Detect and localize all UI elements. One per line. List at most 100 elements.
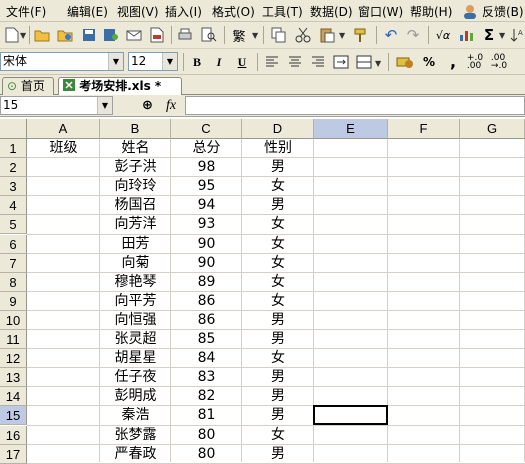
- column-header-d[interactable]: D: [242, 119, 314, 139]
- cell-c9[interactable]: 86: [171, 292, 242, 311]
- row-header[interactable]: 6: [0, 234, 27, 254]
- cell-a5[interactable]: [27, 215, 100, 234]
- cell-d4[interactable]: 男: [242, 196, 314, 215]
- cell-c17[interactable]: 80: [171, 445, 242, 464]
- traditional-chinese-button[interactable]: 繁: [230, 26, 248, 45]
- column-header-b[interactable]: B: [100, 119, 171, 139]
- cell-d15[interactable]: 男: [242, 406, 314, 425]
- cell-c1[interactable]: 总分: [171, 139, 242, 158]
- column-header-a[interactable]: A: [27, 119, 100, 139]
- row-header[interactable]: 11: [0, 330, 27, 350]
- cell-d2[interactable]: 男: [242, 158, 314, 177]
- cell-b16[interactable]: 张梦露: [100, 426, 171, 445]
- thousands-separator-button[interactable]: ,: [443, 52, 463, 72]
- row-header[interactable]: 8: [0, 272, 27, 292]
- autosum-button[interactable]: Σ: [480, 26, 498, 44]
- row-header[interactable]: 13: [0, 368, 27, 388]
- increase-decimal-icon[interactable]: +.0.00: [466, 53, 484, 71]
- cell-a16[interactable]: [27, 426, 100, 445]
- tab-home[interactable]: ⊙ 首页: [2, 77, 54, 95]
- cell-c13[interactable]: 83: [171, 368, 242, 387]
- format-painter-icon[interactable]: [352, 26, 370, 44]
- align-left-icon[interactable]: [263, 53, 281, 71]
- cell-c3[interactable]: 95: [171, 177, 242, 196]
- new-dropdown-icon[interactable]: ▼: [20, 31, 26, 40]
- cell-c14[interactable]: 82: [171, 387, 242, 406]
- column-header-c[interactable]: C: [171, 119, 242, 139]
- cell-d7[interactable]: 女: [242, 254, 314, 273]
- row-header[interactable]: 17: [0, 444, 27, 464]
- column-header-g[interactable]: G: [460, 119, 525, 139]
- cell-c5[interactable]: 93: [171, 215, 242, 234]
- paste-dropdown-icon[interactable]: ▼: [339, 31, 345, 40]
- cell-b4[interactable]: 杨国召: [100, 196, 171, 215]
- menu-window[interactable]: 窗口(W): [358, 3, 403, 20]
- currency-format-icon[interactable]: [396, 53, 414, 71]
- cell-a17[interactable]: [27, 445, 100, 464]
- cell-d8[interactable]: 女: [242, 273, 314, 292]
- cut-icon[interactable]: [294, 26, 312, 44]
- cell-b13[interactable]: 任子夜: [100, 368, 171, 387]
- menu-edit[interactable]: 编辑(E): [67, 3, 108, 20]
- font-size-dropdown-icon[interactable]: ▼: [162, 53, 177, 70]
- export-pdf-icon[interactable]: [148, 26, 166, 44]
- column-header-f[interactable]: F: [388, 119, 460, 139]
- row-header[interactable]: 2: [0, 158, 27, 178]
- cell-a8[interactable]: [27, 273, 100, 292]
- cell-d14[interactable]: 男: [242, 387, 314, 406]
- underline-button[interactable]: U: [232, 52, 252, 72]
- cell-c10[interactable]: 86: [171, 311, 242, 330]
- cell-a7[interactable]: [27, 254, 100, 273]
- row-header[interactable]: 9: [0, 291, 27, 311]
- cell-d1[interactable]: 性别: [242, 139, 314, 158]
- open-web-icon[interactable]: [56, 26, 74, 44]
- formula-input[interactable]: [185, 96, 525, 115]
- open-folder-icon[interactable]: [33, 26, 51, 44]
- cell-d9[interactable]: 女: [242, 292, 314, 311]
- save-icon[interactable]: [80, 26, 98, 44]
- align-right-icon[interactable]: [309, 53, 327, 71]
- cell-a6[interactable]: [27, 235, 100, 254]
- cell-c8[interactable]: 89: [171, 273, 242, 292]
- new-document-icon[interactable]: [3, 26, 21, 44]
- row-header[interactable]: 15: [0, 406, 27, 426]
- column-header-e[interactable]: E: [314, 119, 388, 139]
- align-center-icon[interactable]: [286, 53, 304, 71]
- insert-chart-icon[interactable]: [457, 26, 475, 44]
- row-header[interactable]: 10: [0, 310, 27, 330]
- cell-a10[interactable]: [27, 311, 100, 330]
- cell-c16[interactable]: 80: [171, 426, 242, 445]
- borders-dropdown-icon[interactable]: ▼: [375, 59, 381, 68]
- cell-b9[interactable]: 向平芳: [100, 292, 171, 311]
- active-cell-cursor[interactable]: [313, 405, 388, 426]
- cell-b12[interactable]: 胡星星: [100, 349, 171, 368]
- insert-function-icon[interactable]: √α: [434, 26, 452, 44]
- cell-a12[interactable]: [27, 349, 100, 368]
- cell-c6[interactable]: 90: [171, 235, 242, 254]
- autosum-dropdown-icon[interactable]: ▼: [499, 31, 505, 40]
- italic-button[interactable]: I: [209, 52, 229, 72]
- cell-b7[interactable]: 向菊: [100, 254, 171, 273]
- cell-d10[interactable]: 男: [242, 311, 314, 330]
- cell-b3[interactable]: 向玲玲: [100, 177, 171, 196]
- print-icon[interactable]: [176, 26, 194, 44]
- cell-d11[interactable]: 男: [242, 330, 314, 349]
- row-header[interactable]: 1: [0, 139, 27, 159]
- save-as-icon[interactable]: [102, 26, 120, 44]
- cell-a4[interactable]: [27, 196, 100, 215]
- menu-tools[interactable]: 工具(T): [262, 3, 303, 20]
- tab-workbook[interactable]: 考场安排.xls *: [58, 77, 182, 95]
- copy-icon[interactable]: [270, 26, 288, 44]
- name-box-dropdown-icon[interactable]: ▼: [97, 97, 112, 114]
- menu-help[interactable]: 帮助(H): [410, 3, 452, 20]
- cell-c4[interactable]: 94: [171, 196, 242, 215]
- cell-d17[interactable]: 男: [242, 445, 314, 464]
- bold-button[interactable]: B: [187, 52, 207, 72]
- cell-c15[interactable]: 81: [171, 406, 242, 425]
- cell-c11[interactable]: 85: [171, 330, 242, 349]
- menu-view[interactable]: 视图(V): [117, 3, 159, 20]
- cell-b11[interactable]: 张灵超: [100, 330, 171, 349]
- cell-b6[interactable]: 田芳: [100, 235, 171, 254]
- menu-feedback[interactable]: 反馈(B): [482, 3, 524, 20]
- borders-icon[interactable]: [355, 53, 373, 71]
